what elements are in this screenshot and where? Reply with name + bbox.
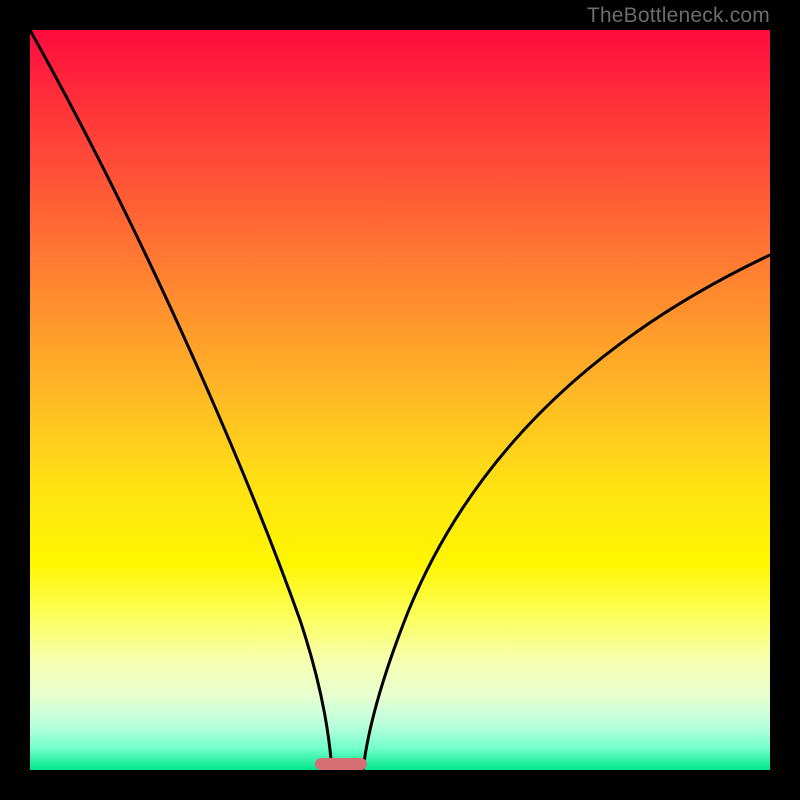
plot-area [30, 30, 770, 770]
optimum-marker-pill [315, 758, 367, 770]
watermark-text: TheBottleneck.com [587, 4, 770, 28]
curve-right-branch [363, 255, 770, 770]
chart-frame: TheBottleneck.com [0, 0, 800, 800]
curve-left-branch [30, 30, 332, 770]
curve-layer [30, 30, 770, 770]
